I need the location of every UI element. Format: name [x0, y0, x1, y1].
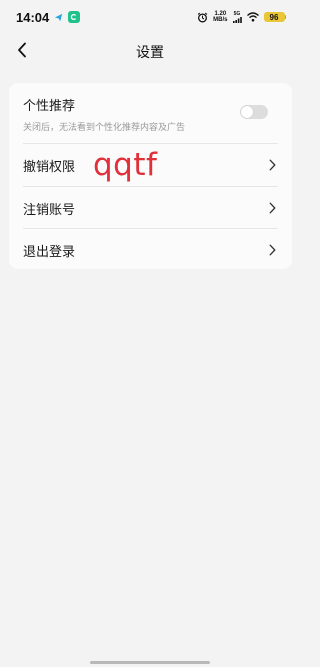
alarm-icon — [197, 12, 208, 22]
network-speed: 1.20 MB/s — [213, 11, 227, 23]
personalized-recommendation-title: 个性推荐 — [23, 99, 76, 114]
logout-row[interactable]: 退出登录 — [9, 229, 292, 271]
personalized-recommendation-row: 个性推荐 关闭后，无法看到个性化推荐内容及广告 — [9, 83, 292, 143]
page-title: 设置 — [136, 45, 164, 61]
toggle-knob — [241, 106, 253, 118]
app-c-icon — [68, 11, 81, 23]
nav-bar: 设置 — [0, 34, 300, 66]
revoke-permissions-label: 撤销权限 — [23, 160, 76, 175]
battery-tip — [284, 15, 286, 19]
status-bar-right: 1.20 MB/s 5G 96 — [197, 11, 286, 23]
wifi-icon — [246, 12, 259, 22]
battery-level: 96 — [263, 12, 285, 22]
signal-indicator: 5G — [232, 11, 242, 23]
signal-icon — [232, 16, 242, 23]
watermark-text: qqtf — [93, 147, 158, 183]
chevron-right-icon — [269, 202, 276, 214]
battery-icon: 96 — [263, 12, 286, 22]
status-time: 14:04 — [16, 9, 50, 25]
network-speed-unit: MB/s — [213, 17, 228, 23]
delete-account-row[interactable]: 注销账号 — [9, 187, 292, 229]
status-bar: 14:04 1.20 MB/s 5G 96 — [0, 0, 300, 34]
chevron-right-icon — [269, 159, 276, 171]
logout-label: 退出登录 — [23, 245, 76, 260]
home-indicator[interactable] — [90, 661, 210, 664]
delete-account-label: 注销账号 — [23, 203, 76, 218]
personalized-recommendation-toggle[interactable] — [240, 105, 268, 119]
personalized-recommendation-subtitle: 关闭后，无法看到个性化推荐内容及广告 — [23, 123, 186, 133]
telegram-like-icon — [55, 13, 63, 21]
status-bar-left: 14:04 — [16, 9, 81, 25]
chevron-right-icon — [269, 244, 276, 256]
